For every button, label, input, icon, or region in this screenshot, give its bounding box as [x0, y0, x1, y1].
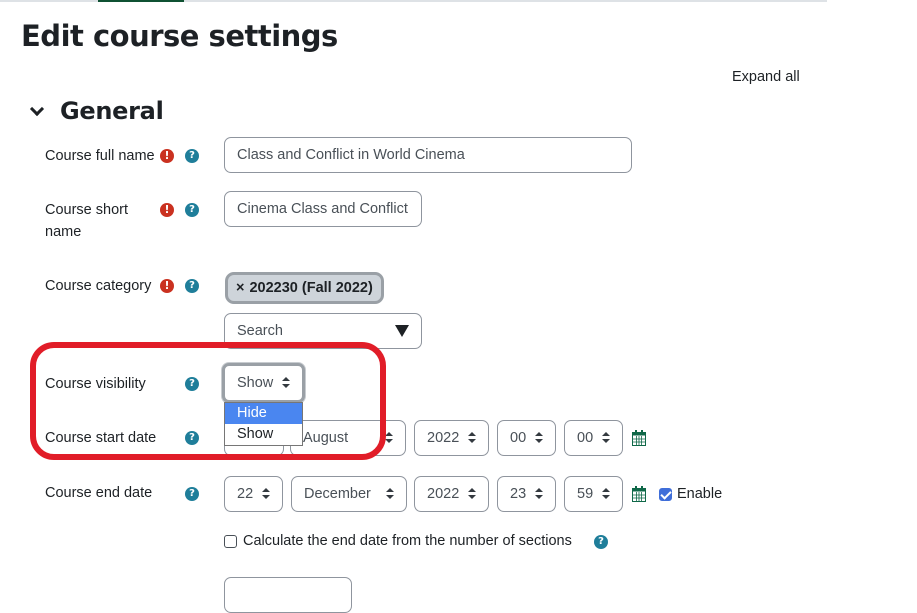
end-year-select[interactable]: 2022 — [414, 476, 489, 512]
help-icon[interactable]: ? — [594, 535, 608, 549]
start-year-value: 2022 — [427, 430, 460, 446]
calculate-end-date-checkbox[interactable] — [224, 535, 237, 548]
start-date-label: Course start date — [45, 430, 157, 446]
required-icon: ! — [160, 149, 174, 163]
help-icon[interactable]: ? — [185, 149, 199, 163]
caret-down-icon[interactable] — [395, 325, 409, 337]
category-selected-chip[interactable]: × 202230 (Fall 2022) — [225, 272, 384, 304]
help-icon[interactable]: ? — [185, 431, 199, 445]
short-name-label-line2: name — [45, 224, 82, 240]
end-hour-value: 23 — [510, 486, 527, 502]
calculate-end-date-label: Calculate the end date from the number o… — [243, 533, 572, 549]
sort-updown-icon — [535, 432, 543, 444]
next-field-input[interactable] — [224, 577, 352, 613]
required-icon: ! — [160, 203, 174, 217]
start-hour-select[interactable]: 00 — [497, 420, 556, 456]
start-hour-value: 00 — [510, 430, 527, 446]
end-day-select[interactable]: 22 — [224, 476, 283, 512]
end-hour-select[interactable]: 23 — [497, 476, 556, 512]
end-minute-select[interactable]: 59 — [564, 476, 623, 512]
short-name-label: Course short name — [45, 199, 128, 243]
end-month-value: December — [304, 486, 371, 502]
calendar-icon[interactable] — [632, 486, 646, 502]
sort-updown-icon — [386, 488, 394, 500]
sort-updown-icon — [602, 432, 610, 444]
category-label: Course category — [45, 278, 152, 294]
end-year-value: 2022 — [427, 486, 460, 502]
chevron-down-icon[interactable] — [28, 102, 46, 120]
help-icon[interactable]: ? — [185, 203, 199, 217]
visibility-value: Show — [237, 375, 274, 391]
sort-updown-icon — [262, 488, 270, 500]
search-placeholder: Search — [237, 323, 283, 339]
short-name-input[interactable]: Cinema Class and Conflict — [224, 191, 422, 227]
active-tab-indicator — [98, 0, 184, 2]
end-date-label: Course end date — [45, 485, 153, 501]
expand-all-link[interactable]: Expand all — [732, 69, 800, 85]
start-year-select[interactable]: 2022 — [414, 420, 489, 456]
nav-tab-underline — [0, 0, 827, 2]
sort-updown-icon — [385, 432, 393, 444]
end-date-enable-label: Enable — [677, 486, 723, 502]
short-name-label-line1: Course short — [45, 202, 129, 218]
end-month-select[interactable]: December — [291, 476, 407, 512]
calendar-icon[interactable] — [632, 430, 646, 446]
start-minute-select[interactable]: 00 — [564, 420, 623, 456]
visibility-dropdown-list[interactable]: Hide Show — [224, 402, 303, 446]
help-icon[interactable]: ? — [185, 487, 199, 501]
sort-updown-icon — [282, 377, 290, 389]
full-name-input[interactable]: Class and Conflict in World Cinema — [224, 137, 632, 173]
sort-updown-icon — [602, 488, 610, 500]
remove-icon[interactable]: × — [236, 280, 244, 296]
end-day-value: 22 — [237, 486, 254, 502]
sort-updown-icon — [468, 432, 476, 444]
visibility-option-hide[interactable]: Hide — [225, 403, 302, 424]
help-icon[interactable]: ? — [185, 279, 199, 293]
category-search-input[interactable]: Search — [224, 313, 422, 349]
start-month-value: August — [303, 430, 349, 446]
required-icon: ! — [160, 279, 174, 293]
end-minute-value: 59 — [577, 486, 594, 502]
sort-updown-icon — [468, 488, 476, 500]
section-title: General — [60, 97, 164, 125]
chip-label: 202230 (Fall 2022) — [249, 280, 373, 296]
start-minute-value: 00 — [577, 430, 594, 446]
end-date-enable-checkbox[interactable] — [659, 488, 672, 501]
visibility-option-show[interactable]: Show — [225, 424, 302, 445]
help-icon[interactable]: ? — [185, 377, 199, 391]
start-month-select[interactable]: August — [290, 420, 406, 456]
visibility-label: Course visibility — [45, 376, 146, 392]
section-general-header[interactable]: General — [28, 97, 164, 125]
full-name-label: Course full name — [45, 148, 155, 164]
sort-updown-icon — [535, 488, 543, 500]
page-title: Edit course settings — [21, 19, 338, 53]
visibility-select[interactable]: Show — [222, 363, 305, 403]
